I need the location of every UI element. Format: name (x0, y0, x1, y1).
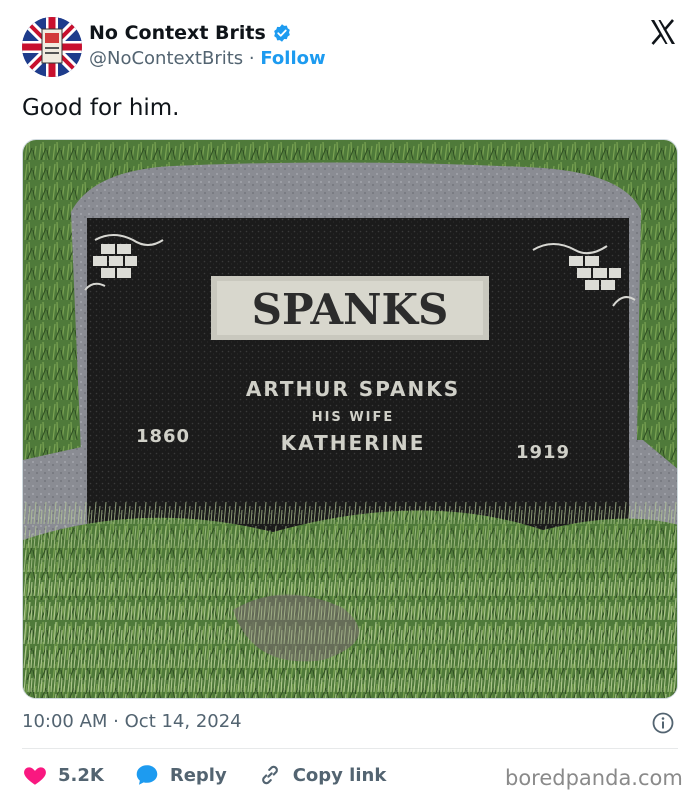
reply-button[interactable]: Reply (134, 762, 227, 788)
display-name[interactable]: No Context Brits (89, 21, 292, 45)
x-logo-icon[interactable] (648, 17, 678, 47)
like-button[interactable]: 5.2K (22, 762, 104, 788)
tweet-time[interactable]: 10:00 AM (22, 711, 107, 732)
likes-count: 5.2K (58, 764, 104, 786)
handle-separator: · (243, 48, 261, 69)
handle-row: @NoContextBrits · Follow (89, 47, 326, 71)
follow-button[interactable]: Follow (260, 48, 325, 69)
reply-label: Reply (169, 764, 227, 786)
timestamp-separator: · (107, 711, 125, 732)
copy-link-label: Copy link (292, 764, 387, 786)
action-bar: 5.2K Reply Copy link (22, 762, 416, 788)
verified-badge-icon (273, 24, 290, 42)
watermark: boredpanda.com (505, 766, 683, 790)
headstone-photo: SPANKS ARTHUR SPANKS HIS WIFE KATHERINE … (23, 140, 677, 698)
inscription-line-3: KATHERINE (281, 431, 426, 455)
link-icon (261, 765, 278, 785)
tweet-text: Good for him. (22, 95, 180, 121)
year-right: 1919 (516, 442, 570, 463)
reply-icon (136, 765, 158, 785)
info-icon[interactable] (651, 711, 675, 735)
union-jack-avatar-icon (22, 17, 82, 77)
copy-link-button[interactable]: Copy link (257, 762, 387, 788)
inscription-line-2: HIS WIFE (312, 410, 395, 425)
divider (22, 748, 678, 749)
timestamp[interactable]: 10:00 AM · Oct 14, 2024 (22, 710, 242, 734)
tweet-photo[interactable]: SPANKS ARTHUR SPANKS HIS WIFE KATHERINE … (22, 139, 678, 699)
family-name: SPANKS (252, 285, 449, 334)
display-name-text[interactable]: No Context Brits (89, 21, 266, 45)
tweet-date[interactable]: Oct 14, 2024 (125, 711, 242, 732)
handle[interactable]: @NoContextBrits (89, 48, 243, 69)
inscription-line-1: ARTHUR SPANKS (246, 377, 460, 401)
year-left: 1860 (136, 426, 190, 447)
avatar[interactable] (22, 17, 82, 77)
heart-icon (24, 767, 46, 785)
